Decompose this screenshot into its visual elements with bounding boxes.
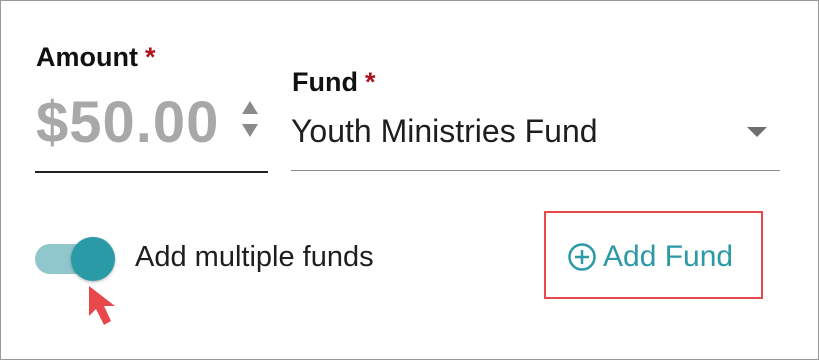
amount-label-text: Amount bbox=[36, 42, 138, 72]
amount-label: Amount * bbox=[36, 42, 156, 73]
fund-label-text: Fund bbox=[292, 67, 358, 97]
mouse-pointer-icon bbox=[89, 286, 115, 325]
amount-required-marker: * bbox=[144, 42, 156, 72]
stepper-up-icon[interactable] bbox=[242, 101, 258, 114]
fund-label: Fund * bbox=[292, 67, 376, 98]
fund-selected-value: Youth Ministries Fund bbox=[291, 113, 598, 149]
amount-value: $50.00 bbox=[36, 90, 220, 155]
multiple-funds-label: Add multiple funds bbox=[135, 241, 374, 273]
add-fund-label: Add Fund bbox=[603, 240, 734, 273]
plus-circle-icon bbox=[568, 243, 596, 271]
amount-input[interactable]: $50.00 bbox=[35, 85, 268, 173]
stepper-down-icon[interactable] bbox=[242, 124, 258, 137]
fund-required-marker: * bbox=[364, 67, 376, 97]
chevron-down-icon[interactable] bbox=[746, 125, 768, 139]
fund-select[interactable]: Youth Ministries Fund bbox=[291, 105, 780, 171]
add-fund-button[interactable]: Add Fund bbox=[567, 240, 733, 274]
amount-stepper[interactable] bbox=[240, 99, 260, 141]
stepper-arrows-icon bbox=[242, 101, 258, 137]
toggle-knob bbox=[71, 237, 115, 281]
form-panel: Amount * $50.00 Fund * Youth Ministries Fu… bbox=[0, 0, 819, 360]
multiple-funds-toggle[interactable] bbox=[35, 237, 117, 281]
